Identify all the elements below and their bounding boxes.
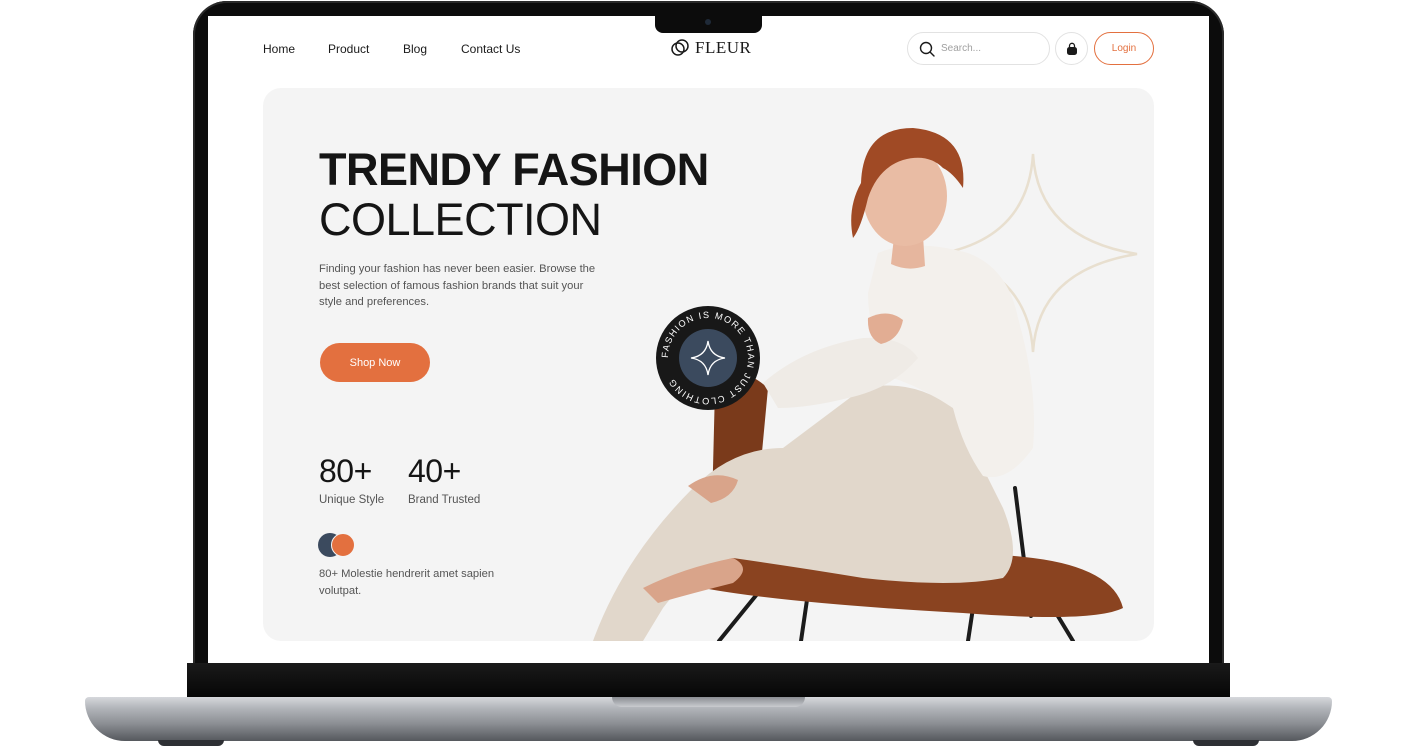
avatar-dot-orange: [331, 533, 355, 557]
website-screen: Home Product Blog Contact Us FLEUR Login: [208, 16, 1209, 663]
nav-product-link[interactable]: Product: [328, 42, 369, 56]
hero-section: TRENDY FASHION COLLECTION Finding your f…: [263, 88, 1154, 641]
search-box[interactable]: [907, 32, 1050, 65]
nav-contact-link[interactable]: Contact Us: [461, 42, 520, 56]
hero-title-line1: TRENDY FASHION: [319, 144, 709, 195]
stat-value: 40+: [408, 453, 461, 489]
nav-home-link[interactable]: Home: [263, 42, 295, 56]
testimonial-text: 80+ Molestie hendrerit amet sapien volut…: [319, 568, 495, 597]
stat-value: 80+: [319, 453, 372, 489]
cart-button[interactable]: [1055, 32, 1088, 65]
shop-now-button[interactable]: Shop Now: [320, 343, 430, 382]
shopping-bag-icon: [1066, 42, 1077, 55]
camera-lens: [705, 19, 711, 25]
interlocking-rings-icon: [671, 39, 689, 56]
brand-logo[interactable]: FLEUR: [670, 38, 751, 58]
hero-description: Finding your fashion has never been easi…: [319, 263, 596, 308]
search-input[interactable]: [941, 43, 1041, 54]
hero-title-line2: COLLECTION: [319, 194, 602, 245]
search-icon: [919, 41, 935, 57]
login-button[interactable]: Login: [1094, 32, 1154, 65]
slogan-badge: FASHION IS MORE THAN JUST CLOTHING: [656, 306, 760, 410]
nav-blog-link[interactable]: Blog: [403, 42, 427, 56]
stat-label: Unique Style: [319, 494, 385, 506]
camera-notch: [655, 13, 762, 33]
laptop-chin: [187, 663, 1230, 699]
hero-title: TRENDY FASHION COLLECTION: [319, 145, 709, 245]
laptop-foot-left: [158, 740, 224, 746]
brand-name: FLEUR: [695, 38, 752, 57]
stat-label: Brand Trusted: [408, 494, 481, 506]
laptop-foot-right: [1193, 740, 1259, 746]
stat-unique-style: 80+ Unique Style: [319, 453, 384, 506]
stat-brand-trusted: 40+ Brand Trusted: [408, 453, 480, 506]
laptop-opening-groove: [612, 697, 805, 707]
